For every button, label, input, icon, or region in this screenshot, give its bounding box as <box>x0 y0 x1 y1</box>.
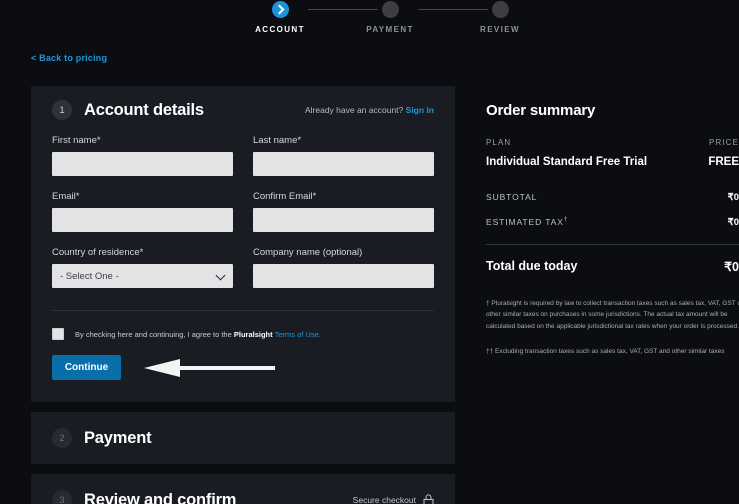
lock-icon <box>423 493 434 504</box>
first-name-input[interactable] <box>52 152 233 176</box>
confirm-email-field: Confirm Email* <box>253 191 434 232</box>
plan-price: FREE <box>708 156 739 168</box>
total-label: Total due today <box>486 259 578 273</box>
email-field: Email* <box>52 191 233 232</box>
email-label: Email* <box>52 191 80 202</box>
order-summary-panel: Order summary PLAN PRICE Individual Stan… <box>470 86 739 358</box>
stepper-step-payment[interactable]: PAYMENT <box>330 0 450 34</box>
stepper-step-account[interactable]: ACCOUNT <box>220 0 340 34</box>
country-field: Country of residence* - Select One - <box>52 247 233 288</box>
chevron-right-icon <box>271 1 289 18</box>
terms-of-use-link[interactable]: Terms of Use. <box>275 330 321 339</box>
continue-button[interactable]: Continue <box>52 355 121 380</box>
account-details-header: 1 Account details Already have an accoun… <box>52 100 434 120</box>
checkout-page: ACCOUNT PAYMENT REVIEW < Back to pricing… <box>0 0 739 504</box>
account-details-card: 1 Account details Already have an accoun… <box>31 86 455 402</box>
confirm-email-input[interactable] <box>253 208 434 232</box>
plan-name: Individual Standard Free Trial <box>486 156 648 168</box>
confirm-email-label: Confirm Email* <box>253 191 317 202</box>
terms-checkbox[interactable] <box>52 328 64 340</box>
first-name-label: First name* <box>52 135 101 146</box>
subtotal-value: ₹0 <box>727 192 739 203</box>
company-input[interactable] <box>253 264 434 288</box>
country-select[interactable]: - Select One - <box>52 264 233 288</box>
plan-row: Individual Standard Free Trial FREE <box>486 156 739 168</box>
step-badge-3: 3 <box>52 490 72 504</box>
subtotal-row: SUBTOTAL ₹0 <box>486 192 739 203</box>
order-summary-columns: PLAN PRICE <box>486 138 739 147</box>
continue-row: Continue <box>52 355 434 380</box>
column-plan: PLAN <box>486 138 512 147</box>
country-label: Country of residence* <box>52 247 144 258</box>
terms-row: By checking here and continuing, I agree… <box>52 328 434 340</box>
secure-checkout: Secure checkout <box>352 493 434 504</box>
step-badge-2: 2 <box>52 428 72 448</box>
country-company-row: Country of residence* - Select One - Com… <box>52 247 434 288</box>
footnote-1: † Pluralsight is required by law to coll… <box>486 300 739 330</box>
signin-prompt: Already have an account? Sign in <box>305 105 434 115</box>
sign-in-link[interactable]: Sign in <box>406 105 434 115</box>
terms-brand: Pluralsight <box>233 329 273 339</box>
tax-footnote-marker: † <box>563 217 569 224</box>
dot-icon <box>381 1 399 18</box>
payment-section[interactable]: 2 Payment <box>31 412 455 464</box>
summary-divider <box>486 244 739 245</box>
signin-prompt-text: Already have an account? <box>304 105 404 115</box>
form-divider <box>52 310 434 311</box>
total-value: ₹0 <box>724 260 739 274</box>
email-row: Email* Confirm Email* <box>52 191 434 232</box>
stepper-label-review: REVIEW <box>480 25 520 34</box>
name-row: First name* Last name* <box>52 135 434 176</box>
account-details-title: Account details <box>84 100 204 119</box>
terms-text-before: By checking here and continuing, I agree… <box>75 329 232 339</box>
review-title: Review and confirm <box>84 490 237 504</box>
estimated-tax-value: ₹0 <box>727 217 739 228</box>
secure-checkout-label: Secure checkout <box>352 495 416 504</box>
order-summary-title: Order summary <box>486 102 596 119</box>
column-price: PRICE <box>709 138 739 147</box>
email-input[interactable] <box>52 208 233 232</box>
dot-icon <box>491 1 509 18</box>
subtotal-label: SUBTOTAL <box>486 192 538 202</box>
stepper-label-payment: PAYMENT <box>366 25 414 34</box>
terms-text: By checking here and continuing, I agree… <box>75 330 321 339</box>
payment-title: Payment <box>84 428 152 447</box>
checkout-stepper: ACCOUNT PAYMENT REVIEW <box>251 0 549 36</box>
last-name-input[interactable] <box>253 152 434 176</box>
stepper-label-account: ACCOUNT <box>255 25 305 34</box>
footnote-2: †† Excluding transaction taxes such as s… <box>486 348 725 356</box>
back-to-pricing-link[interactable]: < Back to pricing <box>31 53 107 63</box>
estimated-tax-row: ESTIMATED TAX† ₹0 <box>486 217 739 228</box>
first-name-field: First name* <box>52 135 233 176</box>
review-section[interactable]: 3 Review and confirm Secure checkout <box>31 474 455 504</box>
total-row: Total due today ₹0 <box>486 259 739 274</box>
last-name-field: Last name* <box>253 135 434 176</box>
company-label: Company name (optional) <box>253 247 363 258</box>
company-field: Company name (optional) <box>253 247 434 288</box>
pointer-arrow-annotation <box>144 359 275 377</box>
estimated-tax-label: ESTIMATED TAX† <box>486 217 569 227</box>
checkout-forms: 1 Account details Already have an accoun… <box>31 86 455 504</box>
stepper-step-review[interactable]: REVIEW <box>440 0 560 34</box>
step-badge-1: 1 <box>52 100 72 120</box>
last-name-label: Last name* <box>253 135 302 146</box>
